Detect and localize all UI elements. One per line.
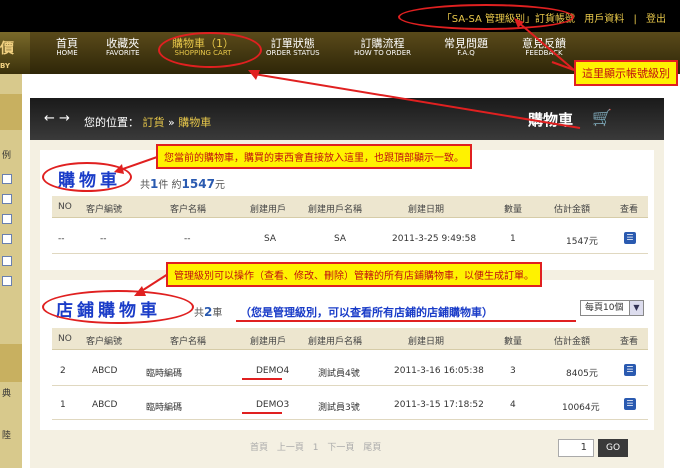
annotation-store-carts: 管理級別可以操作（查看、修改、刪除）管轄的所有店鋪購物車，以便生成訂單。 bbox=[166, 262, 542, 287]
annotation-admin-note: （您是管理級別，可以查看所有店鋪的店鋪購物車） bbox=[240, 306, 493, 319]
annotation-my-cart: 您當前的購物車，購買的東西會直接放入這里，也跟頂部顯示一致。 bbox=[156, 144, 472, 169]
annotation-account-level: 這里顯示帳號級別 bbox=[574, 60, 678, 86]
